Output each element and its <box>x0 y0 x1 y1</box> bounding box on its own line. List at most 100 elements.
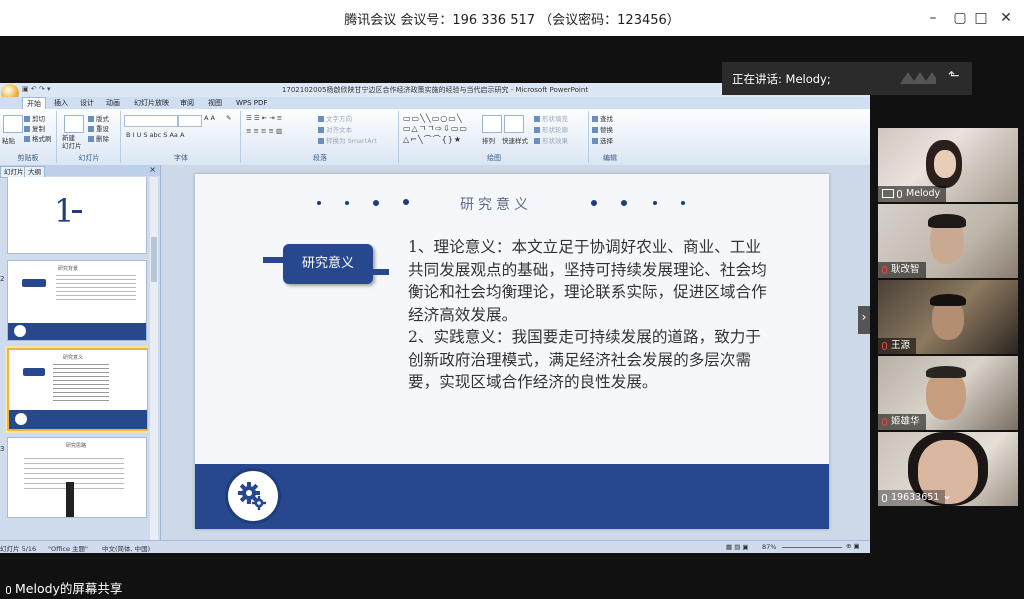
slide-thumbnails: 1 研究背景 研究意义 研究思路 <box>0 177 148 540</box>
tab-view[interactable]: 视图 <box>204 97 226 109</box>
chevron-right-icon[interactable]: › <box>858 306 870 334</box>
thumbnails-scrollbar[interactable] <box>150 177 158 540</box>
slide-thumbnail[interactable]: 1 <box>7 177 147 254</box>
new-slide-button[interactable]: 新建 幻灯片 <box>62 134 82 150</box>
participant-tile[interactable]: 王源 <box>878 280 1018 354</box>
slide-footer-band <box>195 464 829 529</box>
shapes-gallery[interactable]: ▭▭╲╲▭○▭╲ ▭△ㄱㄱ⇨⇩▭▭ △⌐╲⌒⌒{}★ <box>403 114 468 145</box>
close-pane-icon[interactable]: × <box>149 165 156 174</box>
layout-button[interactable]: 版式 <box>88 113 109 123</box>
slide-thumbnail-selected[interactable]: 研究意义 <box>7 348 148 431</box>
decor-dot <box>591 200 597 206</box>
editing-group: 查找 替换 选择 编辑 <box>590 111 630 163</box>
participant-name: 姬雄华 <box>878 414 926 430</box>
slide-thumbnail[interactable]: 研究思路 <box>7 437 147 518</box>
thumb-number: 3 <box>0 445 5 453</box>
grow-font-icon[interactable]: A A <box>204 114 215 122</box>
font-group: A A ✎ B I U S abc S Aa A 字体 <box>122 111 241 163</box>
decor-dot <box>317 201 321 205</box>
shape-fill-button[interactable]: 形状填充 <box>534 113 568 123</box>
participant-name: 耿改智 <box>878 262 926 278</box>
decor-dot <box>403 199 409 205</box>
maximize-button[interactable]: □ <box>969 6 993 30</box>
font-style-buttons[interactable]: B I U S abc S Aa A <box>126 131 184 139</box>
participant-tile[interactable]: 耿改智 <box>878 204 1018 278</box>
mic-icon <box>897 189 902 198</box>
chevron-down-icon[interactable]: ⌄ <box>938 484 956 506</box>
screen-share-icon <box>882 189 894 198</box>
participant-tile[interactable]: 19633651 ⌄ <box>878 432 1018 506</box>
shape-effects-button[interactable]: 形状效果 <box>534 135 568 145</box>
delete-slide-button[interactable]: 删除 <box>88 133 109 143</box>
zoom-slider[interactable] <box>782 547 842 548</box>
tab-design[interactable]: 设计 <box>76 97 98 109</box>
thumb-badge <box>23 368 45 376</box>
slide-canvas[interactable]: 研究意义 研究意义 1、理论意义：本文立足于协调好农业、商业、工业共同发展观点的… <box>195 174 829 529</box>
slide-thumbnail[interactable]: 研究背景 <box>7 260 147 341</box>
replace-button[interactable]: 替换 <box>592 124 613 134</box>
find-button[interactable]: 查找 <box>592 113 613 123</box>
arrange-button[interactable]: 排列 <box>482 135 495 145</box>
new-slide-icon[interactable] <box>64 115 84 133</box>
mic-muted-icon <box>882 265 887 274</box>
slide-body-text: 1、理论意义：本文立足于协调好农业、商业、工业共同发展观点的基础，坚持可持续发展… <box>408 236 768 394</box>
tab-review[interactable]: 审阅 <box>176 97 198 109</box>
format-painter-button[interactable]: 格式刷 <box>24 133 52 143</box>
participant-tile[interactable]: Melody <box>878 128 1018 202</box>
select-button[interactable]: 选择 <box>592 135 613 145</box>
reset-button[interactable]: 重设 <box>88 123 109 133</box>
gear-icon <box>225 468 281 524</box>
close-button[interactable]: ✕ <box>994 6 1018 30</box>
speaking-label: 正在讲话: Melody; <box>732 72 831 86</box>
participant-hair <box>926 366 966 378</box>
participant-list: ⌃ Melody 耿改智 王源 姬雄华 19633651 ⌄ <box>878 128 1018 510</box>
group-label-clipboard: 剪贴板 <box>17 154 39 162</box>
body-paragraph-line: 1、理论意义：本文立足于协调好农业、商业、工业共同发展观点的基础，坚持可持续发展… <box>408 238 767 324</box>
quick-access-toolbar[interactable]: ▣ ↶ ↷ ▾ <box>22 85 51 93</box>
copy-button[interactable]: 复制 <box>24 123 45 133</box>
text-direction-button[interactable]: 文字方向 <box>318 113 352 123</box>
cut-button[interactable]: 剪切 <box>24 113 45 123</box>
speaking-indicator: 正在讲话: Melody; ⬑ <box>722 62 972 95</box>
align-buttons[interactable]: ≡ ≡ ≡ ≡ ▥ <box>246 127 282 135</box>
slides-pane: 幻灯片 大纲 × 1 研究背景 研究意义 研究思路 2 3 <box>0 165 161 540</box>
paste-button[interactable]: 粘贴 <box>2 135 15 145</box>
replace-icon <box>592 127 598 133</box>
tab-wps-pdf[interactable]: WPS PDF <box>232 97 271 109</box>
outline-icon <box>534 127 540 133</box>
paste-icon[interactable] <box>3 115 23 133</box>
badge-right-bar <box>371 269 389 275</box>
font-name-select[interactable] <box>124 115 178 127</box>
thumb-title: 研究思路 <box>66 443 87 449</box>
layout-icon <box>88 116 94 122</box>
clear-format-icon[interactable]: ✎ <box>226 114 231 122</box>
tab-insert[interactable]: 插入 <box>50 97 72 109</box>
font-size-select[interactable] <box>178 115 202 127</box>
quick-styles-button[interactable]: 快速样式 <box>502 135 528 145</box>
section-badge: 研究意义 <box>283 244 373 284</box>
list-buttons[interactable]: ☰ ☰ ⇤ ⇥ ≡ <box>246 114 282 122</box>
select-icon <box>592 138 598 144</box>
view-buttons[interactable]: ▦ ▤ ▣ <box>726 543 749 551</box>
minimize-button[interactable]: – <box>921 6 945 30</box>
align-text-button[interactable]: 对齐文本 <box>318 124 352 134</box>
participant-name: 王源 <box>878 338 917 354</box>
fit-window-icon[interactable]: ⊕ ▣ <box>846 542 860 550</box>
tab-slideshow[interactable]: 幻灯片放映 <box>130 97 173 109</box>
mic-icon <box>882 493 887 502</box>
decor-dot <box>345 201 349 205</box>
ribbon-tabs: 开始 插入 设计 动画 幻灯片放映 审阅 视图 WPS PDF <box>0 97 870 110</box>
shape-outline-button[interactable]: 形状轮廓 <box>534 124 568 134</box>
tab-animation[interactable]: 动画 <box>102 97 124 109</box>
group-label-slides: 幻灯片 <box>78 154 100 162</box>
quick-styles-icon[interactable] <box>504 115 524 133</box>
arrange-icon[interactable] <box>482 115 502 133</box>
thumb-text-lines <box>56 275 136 303</box>
collapse-icon[interactable]: ⬑ <box>948 68 960 84</box>
ppt-status-bar: 幻灯片 5/16 "Office 主题" 中文(简体, 中国) ▦ ▤ ▣ 87… <box>0 540 870 553</box>
reset-icon <box>88 126 94 132</box>
thumb-title: 研究背景 <box>58 266 79 272</box>
participant-tile[interactable]: 姬雄华 <box>878 356 1018 430</box>
scrollbar-thumb[interactable] <box>151 237 157 282</box>
smartart-button[interactable]: 转换为 SmartArt <box>318 135 377 145</box>
